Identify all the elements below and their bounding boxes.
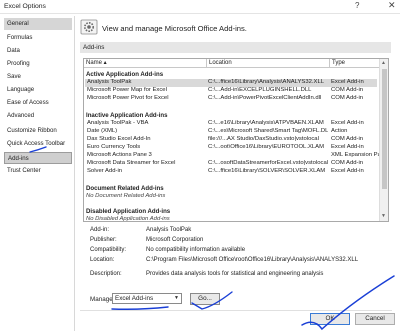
nav-item-proofing[interactable]: Proofing <box>4 58 72 70</box>
detail-value: No compatibility information available <box>146 247 246 253</box>
nav-item-language[interactable]: Language <box>4 84 72 96</box>
cell-type: Excel Add-in <box>331 79 364 85</box>
cell-location: C:\...es\Microsoft Shared\Smart Tag\MOFL… <box>208 128 328 134</box>
addins-header: View and manage Microsoft Office Add-ins… <box>80 18 390 40</box>
cell-name: Solver Add-in <box>87 168 123 174</box>
empty-document-addins: No Document Related Add-ins <box>86 193 166 199</box>
cell-location: C:\...Add-in\PowerPivotExcelClientAddIn.… <box>208 95 322 101</box>
cell-name: Analysis ToolPak <box>87 79 132 85</box>
cell-name: Dax Studio Excel Add-In <box>87 136 151 142</box>
nav-item-ease-of-access[interactable]: Ease of Access <box>4 97 72 109</box>
vertical-scrollbar[interactable]: ▲ ▼ <box>379 59 388 221</box>
detail-label: Compatibility: <box>90 247 127 253</box>
footer-divider <box>80 310 392 311</box>
table-row[interactable]: Microsoft Power Map for Excel C:\...Add-… <box>85 87 377 95</box>
cell-type: COM Add-in <box>331 136 364 142</box>
table-row[interactable]: Dax Studio Excel Add-In file:///...AX St… <box>85 136 377 144</box>
cell-location: C:\...ffice16\Library\Analysis\ANALYS32.… <box>208 79 325 85</box>
detail-value: Analysis ToolPak <box>146 227 192 233</box>
scroll-down-icon[interactable]: ▼ <box>381 213 386 219</box>
cell-name: Microsoft Power Map for Excel <box>87 87 167 93</box>
cell-location: C:\...osoftDataStreamerforExcel.vsto|vst… <box>208 160 328 166</box>
detail-label: Location: <box>90 257 115 263</box>
group-title-document: Document Related Add-ins <box>86 185 164 192</box>
cell-name: Microsoft Power Pivot for Excel <box>87 95 169 101</box>
detail-value: C:\Program Files\Microsoft Office\root\O… <box>146 257 359 263</box>
cell-type: Excel Add-in <box>331 120 364 126</box>
column-header-type[interactable]: Type <box>330 59 380 68</box>
table-row[interactable]: Analysis ToolPak C:\...ffice16\Library\A… <box>85 79 377 87</box>
nav-item-advanced[interactable]: Advanced <box>4 110 72 122</box>
cell-name: Date (XML) <box>87 128 118 134</box>
cancel-button[interactable]: Cancel <box>355 313 395 325</box>
cell-type: XML Expansion Pack <box>331 152 381 158</box>
table-row[interactable]: Microsoft Data Streamer for Excel C:\...… <box>85 160 377 168</box>
cell-location: C:\...e16\Library\Analysis\ATPVBAEN.XLAM <box>208 120 324 126</box>
cell-type: COM Add-in <box>331 160 364 166</box>
title-bar: Excel Options ? ✕ <box>0 0 400 14</box>
detail-label: Add-in: <box>90 227 110 233</box>
detail-label: Description: <box>90 271 122 277</box>
nav-item-customize-ribbon[interactable]: Customize Ribbon <box>4 125 72 137</box>
cell-type: COM Add-in <box>331 87 364 93</box>
empty-disabled-addins: No Disabled Application Add-ins <box>86 216 170 222</box>
annotation-stroke-manage <box>111 306 169 310</box>
scroll-up-icon[interactable]: ▲ <box>381 60 386 66</box>
close-icon[interactable]: ✕ <box>388 0 396 11</box>
nav-item-trust-center[interactable]: Trust Center <box>4 165 72 177</box>
nav-item-add-ins[interactable]: Add-ins <box>4 152 72 164</box>
scroll-thumb[interactable] <box>382 69 387 189</box>
chevron-down-icon: ▼ <box>174 295 179 301</box>
table-row[interactable]: Date (XML) C:\...es\Microsoft Shared\Sma… <box>85 128 377 136</box>
column-header-location[interactable]: Location <box>207 59 330 68</box>
cell-type: Excel Add-in <box>331 168 364 174</box>
nav-item-quick-access-toolbar[interactable]: Quick Access Toolbar <box>4 138 72 150</box>
cell-name: Microsoft Data Streamer for Excel <box>87 160 176 166</box>
column-header-name[interactable]: Name ▴ <box>84 59 207 68</box>
detail-label: Publisher: <box>90 237 117 243</box>
window-title: Excel Options <box>4 3 46 10</box>
cell-location: file:///...AX Studio/DaxStudio.vsto|vsto… <box>208 136 319 142</box>
table-row[interactable]: Analysis ToolPak - VBA C:\...e16\Library… <box>85 120 377 128</box>
cell-name: Analysis ToolPak - VBA <box>87 120 149 126</box>
cell-type: Action <box>331 128 348 134</box>
cell-location: C:\...oot\Office16\Library\EUROTOOL.XLAM <box>208 144 325 150</box>
cell-name: Euro Currency Tools <box>87 144 141 150</box>
go-button[interactable]: Go... <box>190 293 220 305</box>
cell-location: C:\...Add-in\EXCELPLUGINSHELL.DLL <box>208 87 312 93</box>
nav-item-general[interactable]: General <box>4 18 72 30</box>
addins-gear-icon <box>80 19 98 35</box>
manage-label: Manage: <box>90 296 115 303</box>
group-title-active: Active Application Add-ins <box>86 71 164 78</box>
addins-list[interactable]: Name ▴ Location Type Active Application … <box>83 58 389 222</box>
manage-select[interactable]: Excel Add-ins ▼ <box>112 293 182 304</box>
nav-item-formulas[interactable]: Formulas <box>4 32 72 44</box>
manage-select-value: Excel Add-ins <box>115 295 154 302</box>
help-icon[interactable]: ? <box>355 1 359 10</box>
group-title-disabled: Disabled Application Add-ins <box>86 208 171 215</box>
options-nav: General Formulas Data Proofing Save Lang… <box>2 16 75 331</box>
ok-button[interactable]: OK <box>310 313 350 325</box>
cell-location: C:\...ffice16\Library\SOLVER\SOLVER.XLAM <box>208 168 326 174</box>
table-row[interactable]: Microsoft Power Pivot for Excel C:\...Ad… <box>85 95 377 103</box>
cell-name: Microsoft Actions Pane 3 <box>87 152 152 158</box>
addins-section-label: Add-ins <box>80 42 391 53</box>
cell-type: Excel Add-in <box>331 144 364 150</box>
nav-item-save[interactable]: Save <box>4 71 72 83</box>
addins-header-text: View and manage Microsoft Office Add-ins… <box>102 24 247 33</box>
group-title-inactive: Inactive Application Add-ins <box>86 112 168 119</box>
nav-item-data[interactable]: Data <box>4 45 72 57</box>
detail-value: Provides data analysis tools for statist… <box>146 271 324 277</box>
detail-value: Microsoft Corporation <box>146 237 204 243</box>
table-row[interactable]: Euro Currency Tools C:\...oot\Office16\L… <box>85 144 377 152</box>
table-row[interactable]: Microsoft Actions Pane 3 XML Expansion P… <box>85 152 381 160</box>
cell-type: COM Add-in <box>331 95 364 101</box>
table-row[interactable]: Solver Add-in C:\...ffice16\Library\SOLV… <box>85 168 377 176</box>
